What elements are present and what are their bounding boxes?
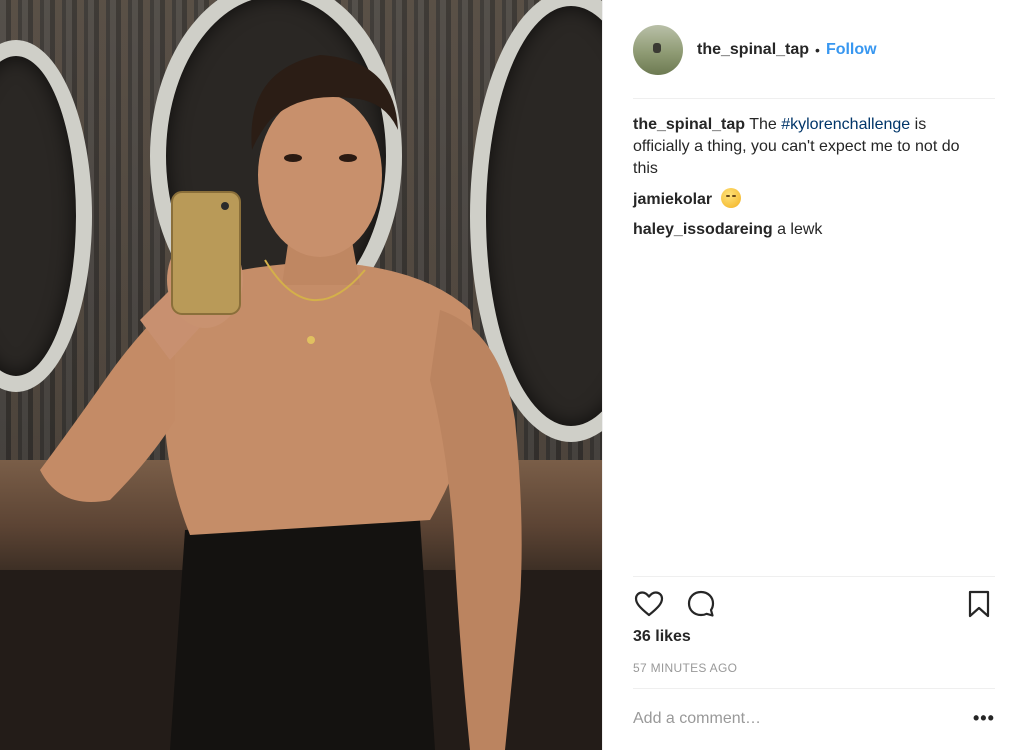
caption-text-start: The <box>749 116 782 133</box>
post-sidebar: the_spinal_tap • Follow the_spinal_tap T… <box>602 0 1024 750</box>
add-comment-input[interactable] <box>633 710 933 728</box>
comment-username[interactable]: jamiekolar <box>633 191 712 208</box>
follow-button[interactable]: Follow <box>826 41 877 59</box>
comment-item: jamiekolar <box>633 188 978 211</box>
comment-username[interactable]: the_spinal_tap <box>633 116 745 133</box>
comment-text: a lewk <box>777 221 823 238</box>
more-options-button[interactable]: ••• <box>973 708 995 729</box>
comment-item: haley_issodareing a lewk <box>633 219 978 241</box>
post-timestamp: 57 MINUTES AGO <box>633 661 738 675</box>
actions-divider <box>633 576 995 577</box>
comments-list: the_spinal_tap The #kylorenchallenge is … <box>633 114 978 249</box>
header-divider <box>633 98 995 99</box>
username-link[interactable]: the_spinal_tap <box>697 41 809 59</box>
bookmark-icon[interactable] <box>963 588 995 620</box>
unamused-face-icon <box>720 188 741 208</box>
comment-divider <box>633 688 995 689</box>
action-bar <box>633 588 995 620</box>
hashtag-link[interactable]: #kylorenchallenge <box>781 116 910 133</box>
speech-bubble-icon[interactable] <box>685 588 717 620</box>
post-photo[interactable] <box>0 0 602 750</box>
person-figure <box>40 55 522 750</box>
avatar[interactable] <box>633 25 683 75</box>
heart-icon[interactable] <box>633 588 665 620</box>
post-header: the_spinal_tap • Follow <box>633 24 877 76</box>
caption: the_spinal_tap The #kylorenchallenge is … <box>633 114 978 180</box>
likes-count[interactable]: 36 likes <box>633 628 691 646</box>
comment-username[interactable]: haley_issodareing <box>633 221 773 238</box>
separator-dot: • <box>815 42 820 58</box>
